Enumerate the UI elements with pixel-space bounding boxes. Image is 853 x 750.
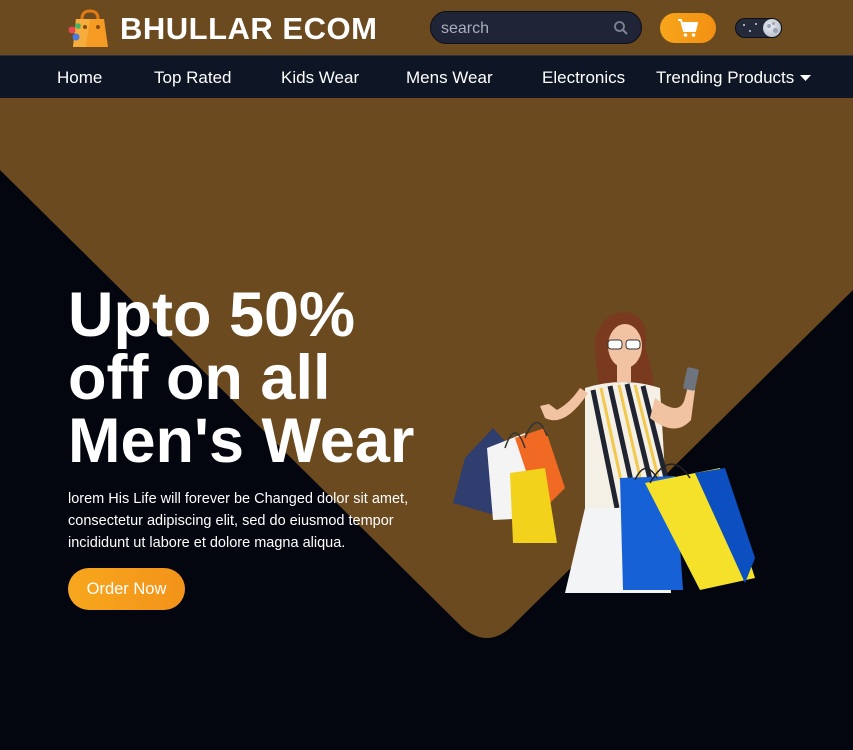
nav-item-electronics[interactable]: Electronics (542, 68, 625, 88)
main-nav: Home Top Rated Kids Wear Mens Wear Elect… (0, 55, 853, 98)
shopping-woman-image (453, 312, 755, 593)
hero-title: Upto 50% off on all Men's Wear (68, 284, 448, 473)
page: BHULLAR ECOM search Home Top Rated Kids … (0, 0, 853, 750)
order-now-button[interactable]: Order Now (68, 568, 185, 610)
caret-down-icon (800, 75, 812, 82)
nav-item-trending-products[interactable]: Trending Products (656, 68, 812, 88)
top-header: BHULLAR ECOM (0, 0, 853, 55)
theme-toggle[interactable] (735, 18, 782, 38)
hero-banner: Upto 50% off on all Men's Wear lorem His… (0, 98, 853, 750)
nav-item-mens-wear[interactable]: Mens Wear (406, 68, 493, 88)
hero-description: lorem His Life will forever be Changed d… (68, 491, 409, 551)
hero-title-line: Upto 50% (68, 280, 356, 350)
star-dot (755, 23, 757, 25)
nav-item-trending-label: Trending Products (656, 68, 795, 87)
nav-item-home[interactable]: Home (57, 68, 102, 88)
nav-item-kids-wear[interactable]: Kids Wear (281, 68, 359, 88)
shopping-bag-logo-icon[interactable] (68, 9, 110, 49)
cart-button[interactable] (660, 13, 716, 43)
moon-icon (763, 19, 781, 37)
hero-title-line: Men's Wear (68, 406, 415, 476)
brand-name[interactable]: BHULLAR ECOM (120, 10, 377, 48)
search-box (430, 11, 642, 44)
search-icon[interactable] (613, 20, 629, 36)
star-dot (749, 30, 751, 32)
search-input[interactable] (439, 17, 603, 41)
hero-title-line: off on all (68, 343, 331, 413)
star-dot (743, 24, 745, 26)
nav-item-top-rated[interactable]: Top Rated (154, 68, 232, 88)
cart-icon (678, 19, 698, 37)
